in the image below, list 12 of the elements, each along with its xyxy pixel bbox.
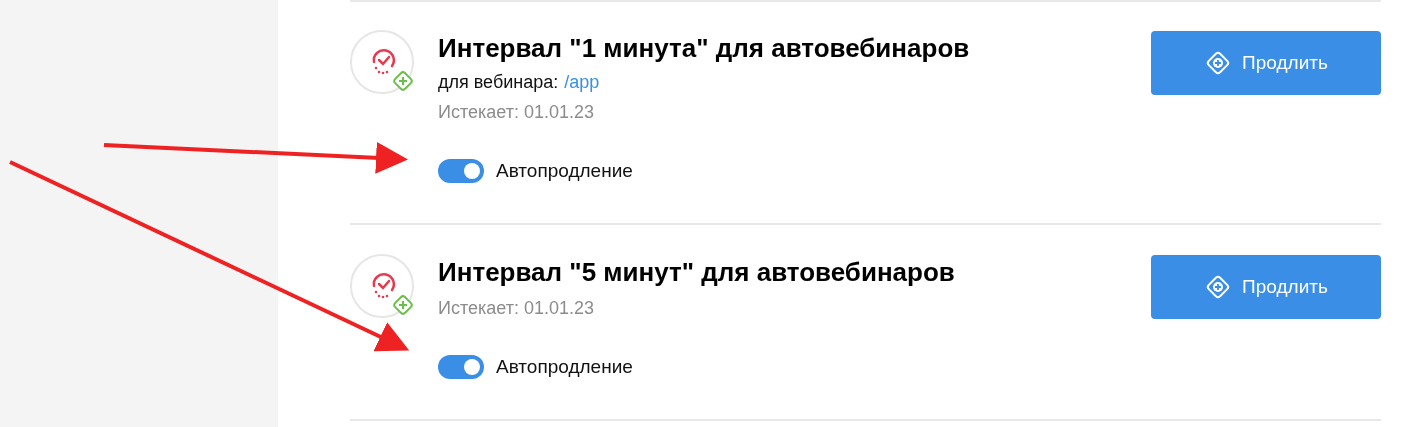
toggle-switch[interactable] (438, 355, 484, 379)
service-title: Интервал "5 минут" для автовебинаров (438, 256, 956, 289)
expiry-date: Истекает: 01.01.23 (438, 101, 595, 124)
expiry-date: Истекает: 01.01.23 (438, 297, 595, 320)
renew-button[interactable]: Продлить (1151, 255, 1381, 319)
autorenew-label: Автопродление (496, 355, 633, 379)
renew-button[interactable]: Продлить (1151, 31, 1381, 95)
webinar-label: для вебинара: (438, 71, 559, 94)
toggle-switch[interactable] (438, 159, 484, 183)
autorenew-label: Автопродление (496, 159, 633, 183)
webinar-link[interactable]: /app (564, 70, 600, 94)
service-title: Интервал "1 минута" для автовебинаров (438, 32, 971, 65)
